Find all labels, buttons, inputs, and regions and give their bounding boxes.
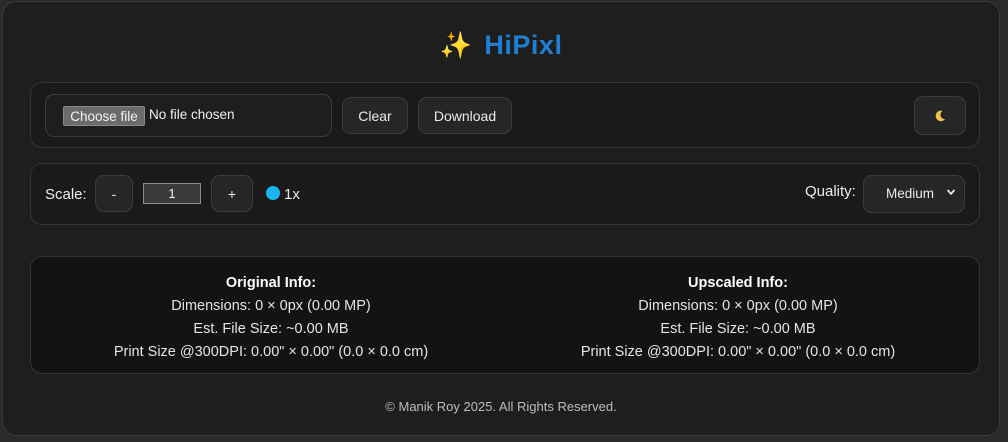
quality-select[interactable]: Medium [863, 175, 965, 213]
scale-increment-button[interactable]: + [211, 175, 253, 212]
theme-toggle-button[interactable] [914, 96, 966, 135]
scale-decrement-button[interactable]: - [95, 175, 133, 212]
original-info: Original Info: Dimensions: 0 × 0px (0.00… [61, 272, 481, 364]
moon-icon [935, 110, 946, 121]
upscaled-info: Upscaled Info: Dimensions: 0 × 0px (0.00… [528, 272, 948, 364]
original-file-size: Est. File Size: ~0.00 MB [193, 321, 349, 337]
footer-copyright: © Manik Roy 2025. All Rights Reserved. [385, 399, 617, 414]
upscaled-info-heading: Upscaled Info: [688, 275, 788, 291]
quality-label: Quality: [805, 183, 856, 200]
file-toolbar: Choose file No file chosen Clear Downloa… [30, 82, 980, 148]
scale-label: Scale: [45, 186, 87, 203]
upscaled-dimensions: Dimensions: 0 × 0px (0.00 MP) [638, 298, 838, 314]
quality-selected-value: Medium [886, 186, 935, 201]
info-panel: Original Info: Dimensions: 0 × 0px (0.00… [30, 256, 980, 374]
download-button[interactable]: Download [418, 97, 512, 134]
scale-indicator-text: 1x [284, 186, 300, 203]
scale-input[interactable]: 1 [143, 183, 201, 204]
choose-file-button[interactable]: Choose file [63, 106, 145, 126]
scale-controls: Scale: - 1 + 1x Quality: Medium [30, 163, 980, 225]
clear-button[interactable]: Clear [342, 97, 408, 134]
page-title: ✨ HiPixl [3, 30, 999, 61]
upscaled-print-size: Print Size @300DPI: 0.00" × 0.00" (0.0 ×… [580, 344, 896, 360]
sparkles-icon: ✨ [439, 30, 473, 60]
original-info-heading: Original Info: [225, 275, 317, 291]
original-print-size: Print Size @300DPI: 0.00" × 0.00" (0.0 ×… [113, 344, 429, 360]
file-status-text: No file chosen [149, 107, 235, 122]
app-title-text: HiPixl [484, 30, 563, 60]
chevron-down-icon [946, 189, 956, 196]
original-dimensions: Dimensions: 0 × 0px (0.00 MP) [171, 298, 371, 314]
upscaled-file-size: Est. File Size: ~0.00 MB [660, 321, 816, 337]
file-input[interactable]: Choose file No file chosen [45, 94, 332, 137]
app-container: ✨ HiPixl Choose file No file chosen Clear… [2, 1, 1000, 436]
scale-indicator-dot [266, 186, 280, 200]
